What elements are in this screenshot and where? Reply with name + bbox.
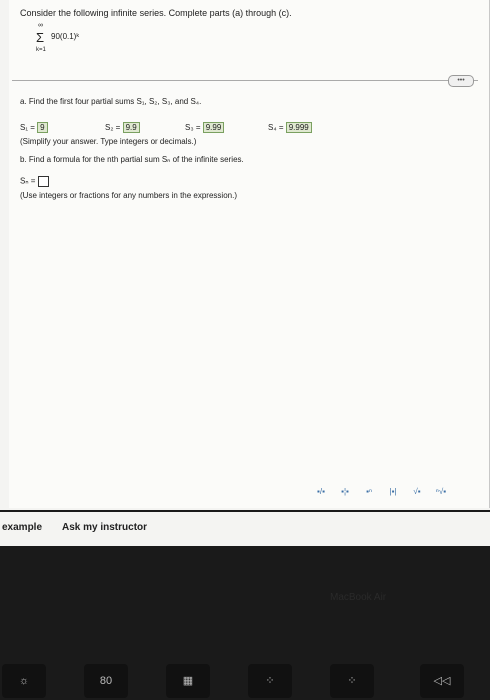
sum-lower-limit: k=1 <box>36 47 46 53</box>
s3-answer[interactable]: 9.99 <box>202 122 225 133</box>
sn-answer-input[interactable] <box>37 176 49 187</box>
ask-instructor-link[interactable]: Ask my instructor <box>62 522 147 533</box>
s3-row: S₃ = 9.99 <box>185 122 225 133</box>
keyboard-dim-key-icon[interactable]: ⁘ <box>248 664 292 698</box>
mixed-number-tool[interactable]: ▪¦▪ <box>336 485 354 499</box>
s4-answer[interactable]: 9.999 <box>285 122 312 133</box>
math-toolbar: ▪/▪ ▪¦▪ ▪ⁿ |▪| √▪ ⁿ√▪ <box>312 484 482 500</box>
instruction-text: Consider the following infinite series. … <box>20 8 292 18</box>
sqrt-tool[interactable]: √▪ <box>408 485 426 499</box>
part-b-prompt: b. Find a formula for the nth partial su… <box>20 155 244 164</box>
question-panel <box>9 0 490 508</box>
rewind-key-icon[interactable]: ◁◁ <box>420 664 464 698</box>
example-link[interactable]: example <box>2 522 42 533</box>
s2-answer[interactable]: 9.9 <box>122 122 140 133</box>
s2-row: S₂ = 9.9 <box>105 122 140 133</box>
laptop-brand-label: MacBook Air <box>330 592 387 603</box>
part-b-hint: (Use integers or fractions for any numbe… <box>20 191 237 200</box>
divider <box>12 80 478 81</box>
nth-root-tool[interactable]: ⁿ√▪ <box>432 485 450 499</box>
mission-control-key-icon[interactable]: 80 <box>84 664 128 698</box>
s3-label: S₃ = <box>185 123 201 132</box>
absolute-value-tool[interactable]: |▪| <box>384 485 402 499</box>
sn-row: Sₙ = <box>20 176 49 187</box>
part-a-hint: (Simplify your answer. Type integers or … <box>20 137 197 146</box>
exponent-tool[interactable]: ▪ⁿ <box>360 485 378 499</box>
series-term: 90(0.1)ᵏ <box>51 32 80 41</box>
brightness-key-icon[interactable]: ☼ <box>2 664 46 698</box>
s4-label: S₄ = <box>268 123 284 132</box>
function-key-row: ☼ 80 ▦ ⁘ ⁘ ◁◁ <box>0 664 490 700</box>
more-button[interactable]: ••• <box>448 75 474 87</box>
s2-label: S₂ = <box>105 123 121 132</box>
s1-answer[interactable]: 9 <box>37 122 48 133</box>
sn-label: Sₙ = <box>20 176 36 186</box>
series-expression: ∞ Σ k=1 90(0.1)ᵏ <box>36 22 79 53</box>
s1-row: S₁ = 9 <box>20 122 48 133</box>
sum-upper-limit: ∞ <box>38 22 43 29</box>
fraction-tool[interactable]: ▪/▪ <box>312 485 330 499</box>
keyboard-bright-key-icon[interactable]: ⁘ <box>330 664 374 698</box>
s4-row: S₄ = 9.999 <box>268 122 312 133</box>
sigma-icon: Σ <box>36 30 45 45</box>
part-a-prompt: a. Find the first four partial sums S₁, … <box>20 97 202 106</box>
launchpad-key-icon[interactable]: ▦ <box>166 664 210 698</box>
s1-label: S₁ = <box>20 123 35 132</box>
